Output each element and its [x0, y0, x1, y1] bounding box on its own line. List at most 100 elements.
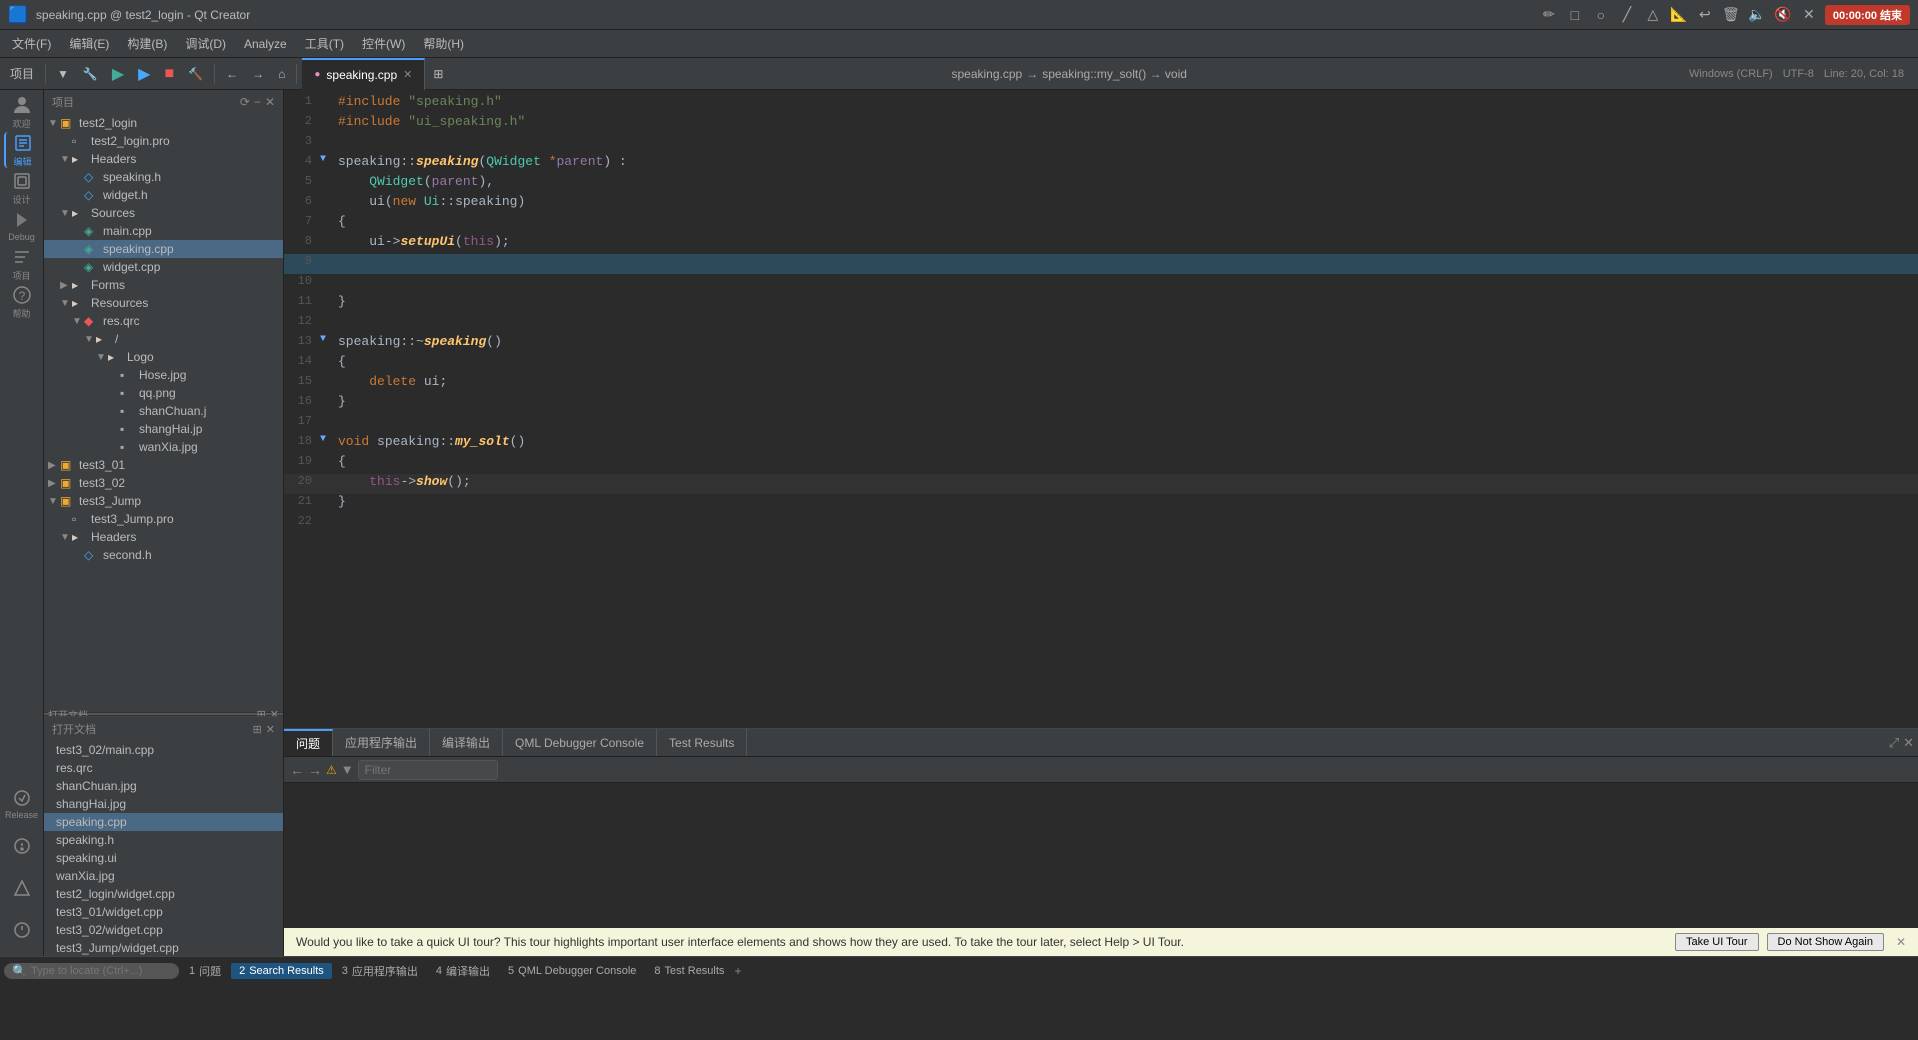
timer-button[interactable]: 00:00:00 结束	[1825, 5, 1910, 25]
tab-problems[interactable]: 问题	[284, 729, 333, 756]
tree-item[interactable]: ◈main.cpp	[44, 222, 283, 240]
open-doc-item[interactable]: shanChuan.jpg	[44, 777, 283, 795]
undo-icon[interactable]: ↩	[1695, 5, 1715, 25]
menu-tools[interactable]: 工具(T)	[297, 31, 352, 56]
tb-nav-home[interactable]: ⌂	[272, 64, 291, 84]
tab-test-results[interactable]: Test Results	[657, 729, 747, 756]
tree-item[interactable]: ◇speaking.h	[44, 168, 283, 186]
tb-debug-run[interactable]: ▶	[132, 61, 156, 87]
open-doc-item[interactable]: test3_02/widget.cpp	[44, 921, 283, 939]
tree-item[interactable]: ▶▣test3_01	[44, 456, 283, 474]
open-doc-item[interactable]: test3_02/main.cpp	[44, 741, 283, 759]
tab-speaking-cpp[interactable]: ● speaking.cpp ✕	[302, 58, 425, 90]
tb-run[interactable]: ▶	[106, 61, 130, 87]
fold-indicator[interactable]: ▼	[320, 154, 334, 165]
prev-problem-icon[interactable]: ←	[290, 762, 304, 778]
tree-item[interactable]: ▪wanXia.jpg	[44, 438, 283, 456]
open-docs-close[interactable]: ✕	[266, 723, 275, 736]
tree-item[interactable]: ▶▸Forms	[44, 276, 283, 294]
menu-analyze[interactable]: Analyze	[236, 33, 295, 55]
tree-item[interactable]: ◈speaking.cpp	[44, 240, 283, 258]
side-edit-btn[interactable]: 编辑	[4, 132, 40, 168]
open-doc-item[interactable]: res.qrc	[44, 759, 283, 777]
menu-widget[interactable]: 控件(W)	[354, 31, 413, 56]
open-doc-item[interactable]: speaking.cpp	[44, 813, 283, 831]
side-help-btn[interactable]: ? 帮助	[4, 284, 40, 320]
tree-item[interactable]: ▪shanChuan.j	[44, 402, 283, 420]
rectangle-icon[interactable]: □	[1565, 5, 1585, 25]
tree-item[interactable]: ▶▣test3_02	[44, 474, 283, 492]
close-icon[interactable]: ✕	[1799, 5, 1819, 25]
do-not-show-button[interactable]: Do Not Show Again	[1767, 933, 1884, 951]
tree-item[interactable]: ◇second.h	[44, 546, 283, 564]
tree-item[interactable]: ▫test2_login.pro	[44, 132, 283, 150]
open-doc-item[interactable]: test2_login/widget.cpp	[44, 885, 283, 903]
notification-close-icon[interactable]: ✕	[1896, 935, 1906, 949]
problems-filter-input[interactable]	[358, 760, 498, 780]
tb-stop[interactable]: ■	[158, 62, 180, 86]
side-bottom1-btn[interactable]	[4, 828, 40, 864]
side-bottom3-btn[interactable]	[4, 912, 40, 948]
tab-compile-output[interactable]: 编译输出	[430, 729, 503, 756]
triangle-icon[interactable]: △	[1643, 5, 1663, 25]
pencil-icon[interactable]: ✏	[1539, 5, 1559, 25]
side-project-btn[interactable]: 项目	[4, 246, 40, 282]
tree-item[interactable]: ▪shangHai.jp	[44, 420, 283, 438]
tab-qml-console[interactable]: QML Debugger Console	[503, 729, 657, 756]
taskbar-qml-btn[interactable]: 5 QML Debugger Console	[500, 963, 644, 979]
tree-item[interactable]: ▼▣test2_login	[44, 114, 283, 132]
next-problem-icon[interactable]: →	[308, 762, 322, 778]
tree-item[interactable]: ◇widget.h	[44, 186, 283, 204]
side-release-btn[interactable]: Release	[4, 786, 40, 822]
tb-split[interactable]: ⊞	[427, 64, 449, 84]
line-icon[interactable]: ╱	[1617, 5, 1637, 25]
open-docs-grid-view[interactable]: ⊞	[253, 723, 262, 736]
tree-item[interactable]: ▼▸Resources	[44, 294, 283, 312]
menu-help[interactable]: 帮助(H)	[415, 31, 472, 56]
tb-select-project[interactable]: ▼	[51, 64, 75, 84]
tree-item[interactable]: ▪qq.png	[44, 384, 283, 402]
speaker-icon[interactable]: 🔈	[1747, 5, 1767, 25]
tree-item[interactable]: ▼▸Headers	[44, 528, 283, 546]
side-bottom2-btn[interactable]	[4, 870, 40, 906]
taskbar-search-box[interactable]: 🔍	[4, 963, 179, 979]
taskbar-test-results-btn[interactable]: 8 Test Results	[646, 963, 732, 979]
tree-item[interactable]: ▼▸Logo	[44, 348, 283, 366]
tree-item[interactable]: ▼▣test3_Jump	[44, 492, 283, 510]
taskbar-app-output-btn[interactable]: 3 应用程序输出	[334, 961, 426, 981]
problems-panel-close[interactable]: ✕	[1903, 735, 1914, 751]
tree-item[interactable]: ▼▸Headers	[44, 150, 283, 168]
menu-edit[interactable]: 编辑(E)	[61, 31, 117, 56]
trash-icon[interactable]: 🗑	[1721, 5, 1741, 25]
close-panel-icon[interactable]: ✕	[265, 95, 275, 109]
fold-indicator[interactable]: ▼	[320, 334, 334, 345]
tree-item[interactable]: ▫test3_Jump.pro	[44, 510, 283, 528]
taskbar-plus-icon[interactable]: +	[734, 964, 741, 978]
open-doc-item[interactable]: test3_01/widget.cpp	[44, 903, 283, 921]
collapse-icon[interactable]: −	[254, 95, 261, 109]
fold-indicator[interactable]: ▼	[320, 434, 334, 445]
open-doc-item[interactable]: speaking.h	[44, 831, 283, 849]
tb-project[interactable]: 项目	[4, 62, 40, 85]
menu-debug[interactable]: 调试(D)	[177, 31, 234, 56]
open-doc-item[interactable]: shangHai.jpg	[44, 795, 283, 813]
tb-nav-back[interactable]: ←	[220, 64, 244, 84]
tb-kit-selector[interactable]: 🔧	[77, 64, 104, 84]
filter-options-icon[interactable]: ▼	[341, 762, 354, 777]
taskbar-search-input[interactable]	[31, 965, 171, 977]
open-doc-item[interactable]: test3_Jump/widget.cpp	[44, 939, 283, 956]
side-design-btn[interactable]: 设计	[4, 170, 40, 206]
mute-icon[interactable]: 🔇	[1773, 5, 1793, 25]
circle-icon[interactable]: ○	[1591, 5, 1611, 25]
tb-nav-forward[interactable]: →	[246, 64, 270, 84]
problems-panel-expand[interactable]: ⤢	[1889, 735, 1899, 751]
tree-item[interactable]: ◈widget.cpp	[44, 258, 283, 276]
menu-file[interactable]: 文件(F)	[4, 31, 59, 56]
taskbar-compile-btn[interactable]: 4 编译输出	[428, 961, 498, 981]
side-debug-btn[interactable]: Debug	[4, 208, 40, 244]
tab-close-btn[interactable]: ✕	[403, 68, 412, 81]
open-doc-item[interactable]: wanXia.jpg	[44, 867, 283, 885]
taskbar-issues-btn[interactable]: 1 问题	[181, 961, 229, 981]
tree-item[interactable]: ▪Hose.jpg	[44, 366, 283, 384]
code-editor[interactable]: 1 #include "speaking.h" 2 #include "ui_s…	[284, 90, 1918, 728]
